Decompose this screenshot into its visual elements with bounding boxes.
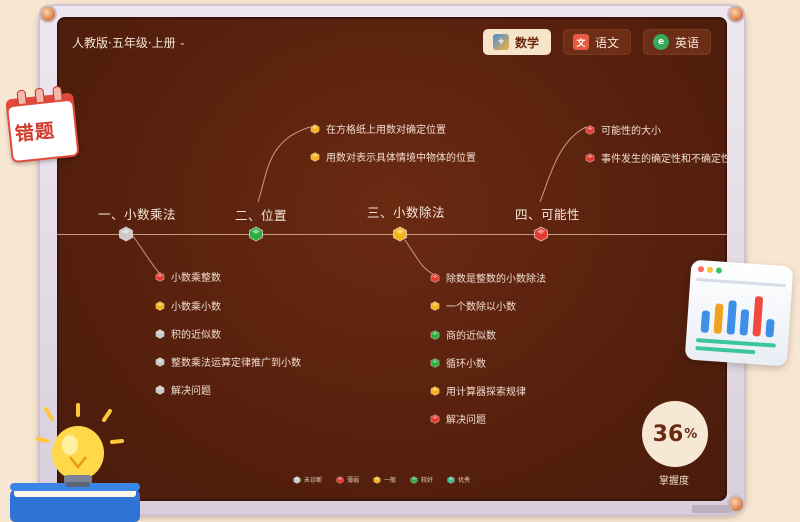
knowledge-point[interactable]: 在方格纸上用数对确定位置 <box>310 121 446 136</box>
status-gem-icon <box>310 151 320 162</box>
knowledge-point[interactable]: 整数乘法运算定律推广到小数 <box>155 354 301 369</box>
wrong-questions-label: 错题 <box>13 119 57 146</box>
tab-english[interactable]: e 英语 <box>643 29 712 55</box>
legend-label: 较好 <box>421 477 434 484</box>
tab-english-label: 英语 <box>675 35 700 50</box>
status-gem-icon <box>155 356 165 367</box>
knowledge-point-label: 事件发生的确定性和不确定性 <box>601 154 731 165</box>
knowledge-point-label: 商的近似数 <box>446 331 496 342</box>
legend-label: 未诊断 <box>304 477 323 484</box>
status-legend: 未诊断 薄弱 一般 较好 优秀 <box>293 475 470 484</box>
unit-node-gem[interactable] <box>533 226 549 242</box>
mastery-value: 36 <box>652 421 684 447</box>
knowledge-point[interactable]: 积的近似数 <box>155 326 221 341</box>
board-tray <box>692 505 732 513</box>
legend-label: 薄弱 <box>347 477 360 484</box>
knowledge-point[interactable]: 小数乘小数 <box>155 298 221 313</box>
unit-title[interactable]: 三、小数除法 <box>367 202 445 221</box>
tab-chinese-label: 语文 <box>595 35 620 50</box>
knowledge-point-label: 解决问题 <box>171 386 211 397</box>
knowledge-point[interactable]: 用计算器探索规律 <box>430 383 526 398</box>
knowledge-point-label: 在方格纸上用数对确定位置 <box>326 125 446 136</box>
status-gem-icon <box>155 300 165 311</box>
tab-math[interactable]: + 数学 <box>483 29 552 55</box>
wrong-questions-button[interactable]: 错题 <box>2 83 80 164</box>
knowledge-point-label: 用数对表示具体情境中物体的位置 <box>326 153 476 164</box>
lightbulb-book-icon <box>10 403 140 522</box>
knowledge-point-label: 循环小数 <box>446 359 486 370</box>
report-chart-icon[interactable] <box>684 259 794 367</box>
legend-item: 一般 <box>373 475 396 484</box>
knowledge-point[interactable]: 事件发生的确定性和不确定性 <box>585 150 731 165</box>
status-gem-icon <box>430 413 440 424</box>
knowledge-point-label: 积的近似数 <box>171 330 221 341</box>
status-gem-icon <box>430 329 440 340</box>
knowledge-point[interactable]: 解决问题 <box>155 382 211 397</box>
math-icon: + <box>493 34 509 50</box>
knowledge-point-label: 除数是整数的小数除法 <box>446 274 546 285</box>
unit-title[interactable]: 四、可能性 <box>515 204 580 223</box>
legend-item: 优秀 <box>447 475 470 484</box>
subject-tabs: + 数学 文 语文 e 英语 <box>483 29 712 55</box>
knowledge-point-label: 可能性的大小 <box>601 126 661 137</box>
status-gem-icon <box>155 384 165 395</box>
knowledge-point[interactable]: 商的近似数 <box>430 327 496 342</box>
knowledge-point[interactable]: 循环小数 <box>430 355 486 370</box>
unit-node-gem[interactable] <box>118 226 134 242</box>
status-gem-icon <box>585 124 595 135</box>
unit-title[interactable]: 二、位置 <box>235 205 287 224</box>
knowledge-point-label: 小数乘小数 <box>171 302 221 313</box>
legend-label: 优秀 <box>458 477 471 484</box>
knowledge-point[interactable]: 可能性的大小 <box>585 122 661 137</box>
knowledge-point-label: 用计算器探索规律 <box>446 387 526 398</box>
status-gem-icon <box>585 152 595 163</box>
status-gem-icon <box>410 475 418 484</box>
knowledge-point[interactable]: 用数对表示具体情境中物体的位置 <box>310 149 476 164</box>
chinese-icon: 文 <box>573 34 590 50</box>
mastery-label: 掌握度 <box>659 476 689 487</box>
status-gem-icon <box>430 300 440 311</box>
knowledge-point[interactable]: 解决问题 <box>430 411 486 426</box>
unit-node-gem[interactable] <box>248 226 264 242</box>
unit-node-gem[interactable] <box>392 226 408 242</box>
status-gem-icon <box>155 328 165 339</box>
edition-label: 人教版·五年级·上册 <box>72 36 176 50</box>
knowledge-point-label: 一个数除以小数 <box>446 302 516 313</box>
status-gem-icon <box>447 475 455 484</box>
mastery-badge: 36% <box>642 401 708 467</box>
tab-math-label: 数学 <box>515 35 540 50</box>
status-gem-icon <box>430 272 440 283</box>
status-gem-icon <box>336 475 344 484</box>
knowledge-point-label: 整数乘法运算定律推广到小数 <box>171 358 301 369</box>
edition-selector[interactable]: 人教版·五年级·上册 ⌄ <box>72 34 186 51</box>
legend-label: 一般 <box>384 477 397 484</box>
status-gem-icon <box>293 475 301 484</box>
mastery-unit: % <box>684 426 698 442</box>
frame-bolt <box>41 7 55 21</box>
knowledge-point-label: 小数乘整数 <box>171 273 221 284</box>
knowledge-point[interactable]: 除数是整数的小数除法 <box>430 270 546 285</box>
chevron-down-icon: ⌄ <box>178 37 187 48</box>
status-gem-icon <box>373 475 381 484</box>
knowledge-point-label: 解决问题 <box>446 415 486 426</box>
status-gem-icon <box>155 271 165 282</box>
legend-item: 薄弱 <box>336 475 359 484</box>
english-icon: e <box>653 34 670 50</box>
knowledge-point[interactable]: 一个数除以小数 <box>430 298 516 313</box>
unit-title[interactable]: 一、小数乘法 <box>98 204 176 223</box>
knowledge-board <box>57 17 727 501</box>
frame-bolt <box>729 7 743 21</box>
status-gem-icon <box>430 385 440 396</box>
status-gem-icon <box>310 123 320 134</box>
knowledge-point[interactable]: 小数乘整数 <box>155 269 221 284</box>
status-gem-icon <box>430 357 440 368</box>
bar-chart-icon <box>695 266 787 355</box>
tab-chinese[interactable]: 文 语文 <box>563 29 632 55</box>
legend-item: 较好 <box>410 475 433 484</box>
legend-item: 未诊断 <box>293 475 322 484</box>
